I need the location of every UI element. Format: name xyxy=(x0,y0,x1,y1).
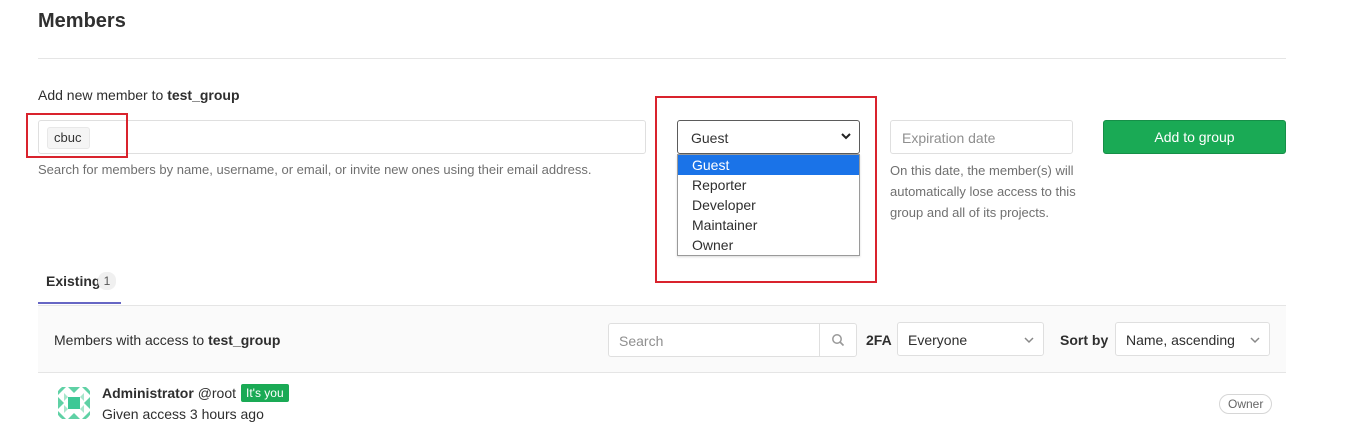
tab-existing-count: 1 xyxy=(98,272,116,290)
sort-dropdown[interactable]: Name, ascending xyxy=(1115,322,1270,356)
members-access-prefix: Members with access to xyxy=(54,332,205,348)
add-member-group-name: test_group xyxy=(167,87,240,103)
search-button[interactable] xyxy=(819,324,856,356)
avatar[interactable] xyxy=(54,383,94,423)
member-search-help: Search for members by name, username, or… xyxy=(38,162,592,177)
add-member-label: Add new member to test_group xyxy=(38,87,240,103)
members-access-text: Members with access to test_group xyxy=(54,332,280,348)
add-member-label-prefix: Add new member to xyxy=(38,87,164,103)
twofa-dropdown[interactable]: Everyone xyxy=(897,322,1044,356)
sort-by-label: Sort by xyxy=(1060,332,1109,348)
twofa-label: 2FA xyxy=(866,332,892,348)
sort-dropdown-value: Name, ascending xyxy=(1126,332,1235,348)
chevron-down-icon xyxy=(1024,337,1034,344)
highlight-box-token xyxy=(26,113,128,158)
search-icon xyxy=(832,334,845,347)
expiration-date-input[interactable]: Expiration date xyxy=(890,120,1073,154)
tab-existing-label: Existing xyxy=(46,273,101,289)
member-access-time: Given access 3 hours ago xyxy=(102,406,264,422)
twofa-dropdown-value: Everyone xyxy=(908,332,968,348)
member-name-line: Administrator @root xyxy=(102,385,236,401)
highlight-box-role xyxy=(655,96,877,283)
members-search-placeholder: Search xyxy=(619,333,664,349)
its-you-badge: It's you xyxy=(241,384,289,402)
members-access-group: test_group xyxy=(208,332,281,348)
member-name[interactable]: Administrator xyxy=(102,385,194,401)
title-divider xyxy=(38,58,1286,59)
member-username: @root xyxy=(197,385,237,401)
tab-existing[interactable]: Existing 1 xyxy=(38,264,121,304)
expiration-date-placeholder: Expiration date xyxy=(902,130,996,146)
page-title: Members xyxy=(38,10,126,32)
member-search-input[interactable]: cbuc xyxy=(38,120,646,154)
expiration-help: On this date, the member(s) will automat… xyxy=(890,163,1076,220)
add-to-group-button[interactable]: Add to group xyxy=(1103,120,1286,154)
chevron-down-icon xyxy=(1250,337,1260,344)
members-search-input[interactable]: Search xyxy=(608,323,857,357)
member-role-badge: Owner xyxy=(1219,394,1273,414)
